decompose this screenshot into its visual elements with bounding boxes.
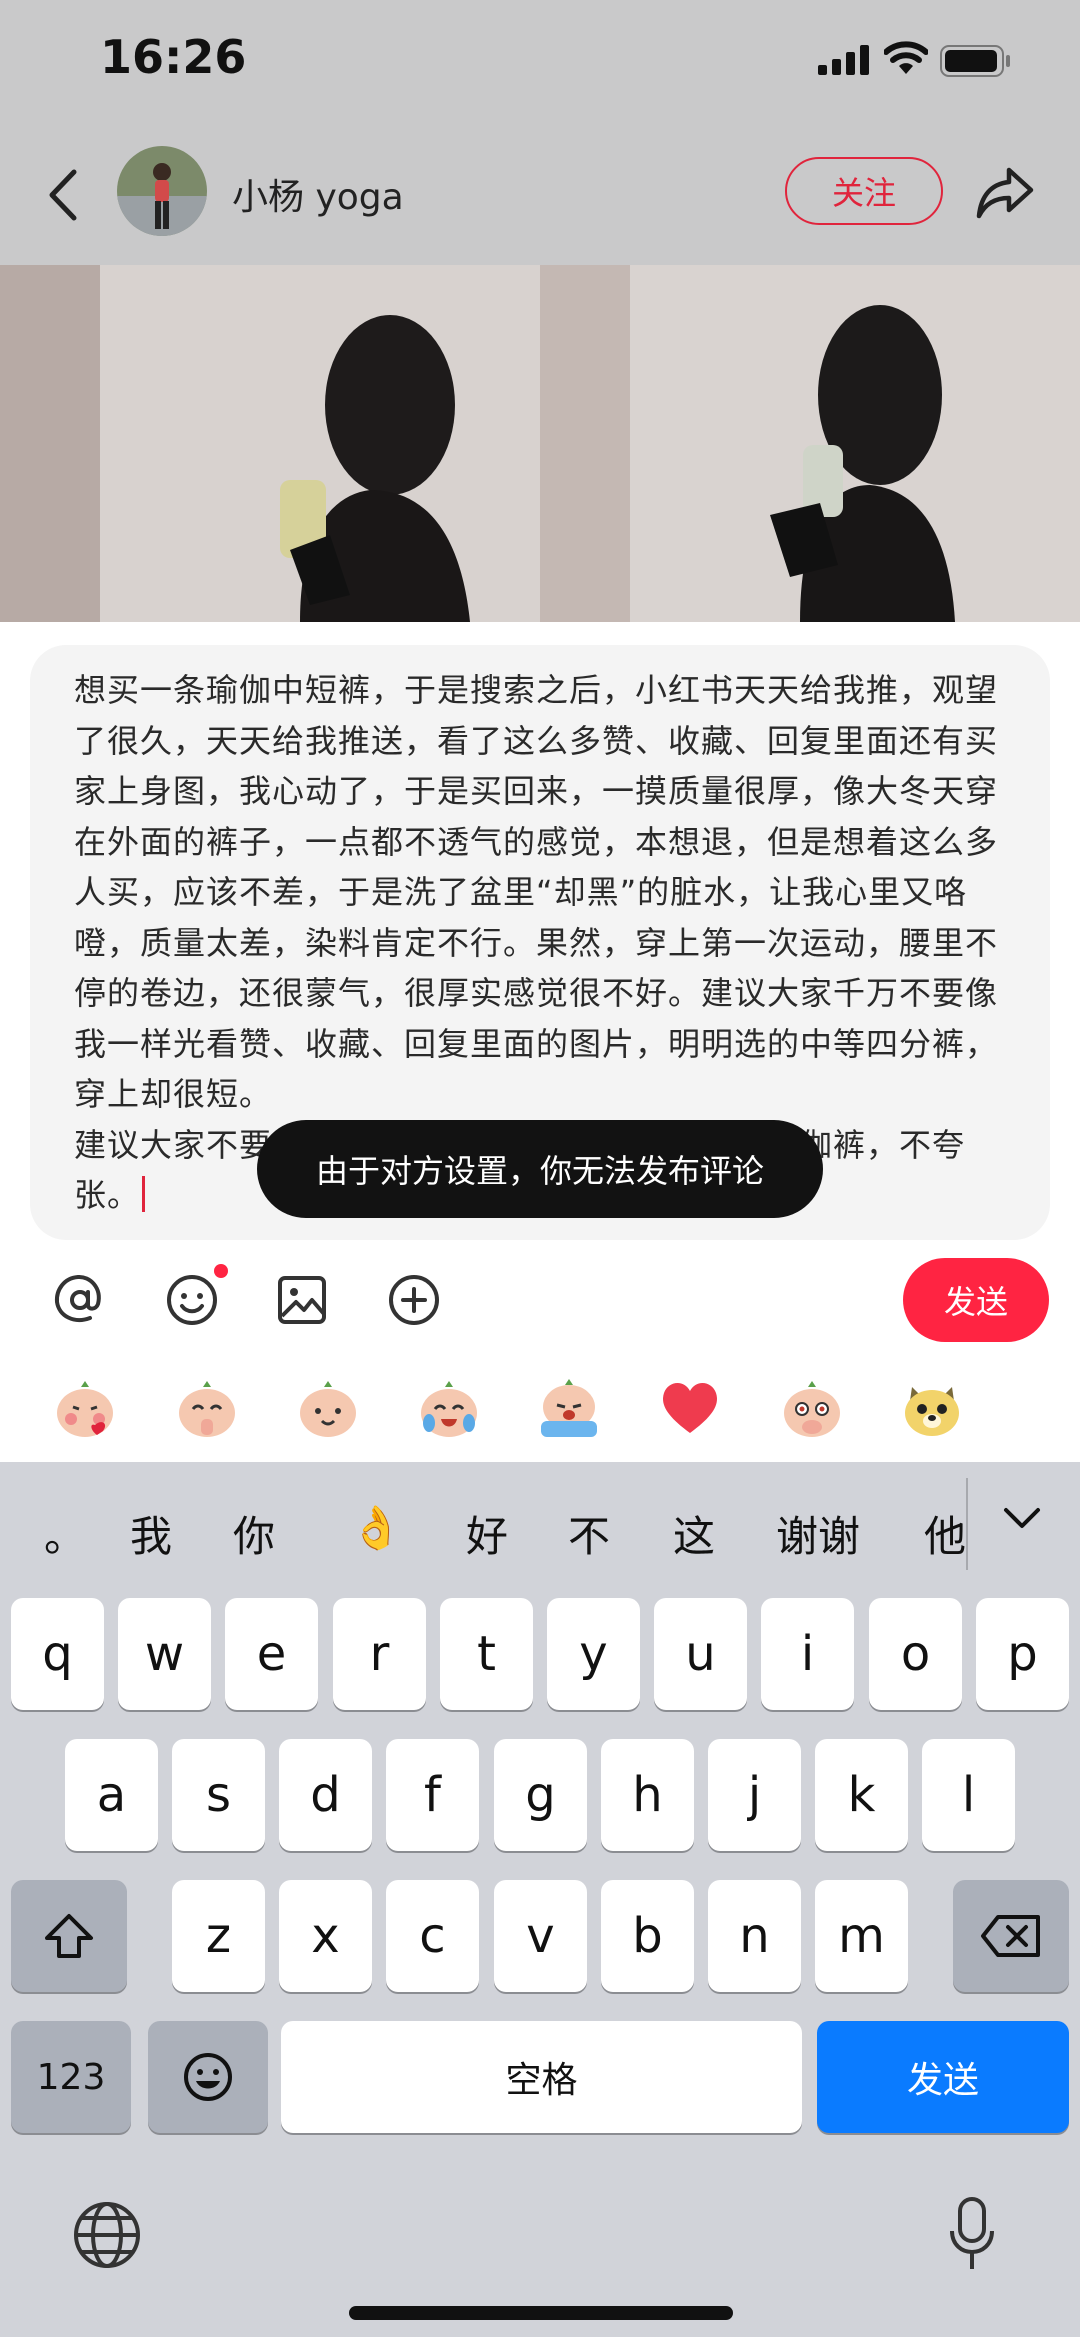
candidate-word[interactable]: 谢谢: [776, 1503, 860, 1564]
follow-button[interactable]: 关注: [785, 157, 943, 225]
image-icon[interactable]: [272, 1270, 332, 1330]
heart-emoji-icon[interactable]: [658, 1375, 722, 1439]
candidate-word[interactable]: 👌: [350, 1503, 402, 1553]
post-image-strip[interactable]: [0, 265, 1080, 622]
keyboard-send-key[interactable]: 发送: [817, 2021, 1069, 2133]
cry-laugh-emoji-icon[interactable]: [417, 1375, 481, 1439]
emoji-icon[interactable]: [162, 1270, 222, 1330]
key-m[interactable]: m: [815, 1880, 908, 1992]
text-caret: [142, 1176, 146, 1212]
back-arrow-icon[interactable]: [40, 160, 90, 230]
shift-key[interactable]: [11, 1880, 127, 1992]
key-j[interactable]: j: [708, 1739, 801, 1851]
key-d[interactable]: d: [279, 1739, 372, 1851]
pray-happy-emoji-icon[interactable]: [175, 1375, 239, 1439]
emoji-face-icon: [184, 2053, 232, 2101]
key-e[interactable]: e: [225, 1598, 318, 1710]
key-p[interactable]: p: [976, 1598, 1069, 1710]
notification-dot: [214, 1264, 228, 1278]
microphone-icon[interactable]: [947, 2195, 997, 2275]
key-s[interactable]: s: [172, 1739, 265, 1851]
key-c[interactable]: c: [386, 1880, 479, 1992]
avatar[interactable]: [117, 146, 207, 236]
dog-face-emoji-icon[interactable]: [900, 1375, 964, 1439]
battery-icon: [940, 45, 1010, 77]
key-k[interactable]: k: [815, 1739, 908, 1851]
smile-emoji-icon[interactable]: [296, 1375, 360, 1439]
error-toast: 由于对方设置，你无法发布评论: [257, 1120, 823, 1218]
at-icon[interactable]: [50, 1270, 110, 1330]
chevron-down-icon[interactable]: [1000, 1500, 1044, 1536]
cellular-signal-icon: [818, 45, 869, 75]
send-button[interactable]: 发送: [903, 1258, 1049, 1342]
status-time: 16:26: [100, 30, 247, 84]
key-g[interactable]: g: [494, 1739, 587, 1851]
key-i[interactable]: i: [761, 1598, 854, 1710]
plus-icon[interactable]: [384, 1270, 444, 1330]
key-l[interactable]: l: [922, 1739, 1015, 1851]
comment-paragraph: 想买一条瑜伽中短裤，于是搜索之后，小红书天天给我推，观望了很久，天天给我推送，看…: [74, 671, 999, 1113]
backspace-icon: [981, 1915, 1040, 1957]
candidate-word[interactable]: 好: [466, 1503, 508, 1564]
key-t[interactable]: t: [440, 1598, 533, 1710]
sob-emoji-icon[interactable]: [537, 1375, 601, 1439]
key-n[interactable]: n: [708, 1880, 801, 1992]
emoji-keyboard-key[interactable]: [148, 2021, 268, 2133]
key-u[interactable]: u: [654, 1598, 747, 1710]
home-indicator: [349, 2306, 733, 2320]
globe-icon[interactable]: [72, 2200, 142, 2270]
key-a[interactable]: a: [65, 1739, 158, 1851]
space-key[interactable]: 空格: [281, 2021, 802, 2133]
key-y[interactable]: y: [547, 1598, 640, 1710]
key-h[interactable]: h: [601, 1739, 694, 1851]
key-w[interactable]: w: [118, 1598, 211, 1710]
delete-key[interactable]: [953, 1880, 1069, 1992]
key-f[interactable]: f: [386, 1739, 479, 1851]
candidate-word[interactable]: 不: [568, 1503, 610, 1564]
share-icon[interactable]: [975, 160, 1037, 222]
candidate-word[interactable]: 我: [130, 1503, 172, 1564]
key-b[interactable]: b: [601, 1880, 694, 1992]
shift-icon: [45, 1914, 93, 1958]
candidate-word[interactable]: 你: [233, 1503, 275, 1564]
key-v[interactable]: v: [494, 1880, 587, 1992]
cover-mouth-emoji-icon[interactable]: [780, 1375, 844, 1439]
key-q[interactable]: q: [11, 1598, 104, 1710]
key-x[interactable]: x: [279, 1880, 372, 1992]
blush-kiss-emoji-icon[interactable]: [53, 1375, 117, 1439]
key-r[interactable]: r: [333, 1598, 426, 1710]
key-o[interactable]: o: [869, 1598, 962, 1710]
candidate-divider: [966, 1478, 968, 1570]
candidate-word[interactable]: 他: [924, 1503, 966, 1564]
candidate-word[interactable]: 这: [673, 1503, 715, 1564]
numbers-key[interactable]: 123: [11, 2021, 131, 2133]
key-z[interactable]: z: [172, 1880, 265, 1992]
username[interactable]: 小杨 yoga: [232, 168, 404, 220]
wifi-icon: [884, 41, 928, 74]
candidate-word[interactable]: 。: [44, 1503, 86, 1564]
